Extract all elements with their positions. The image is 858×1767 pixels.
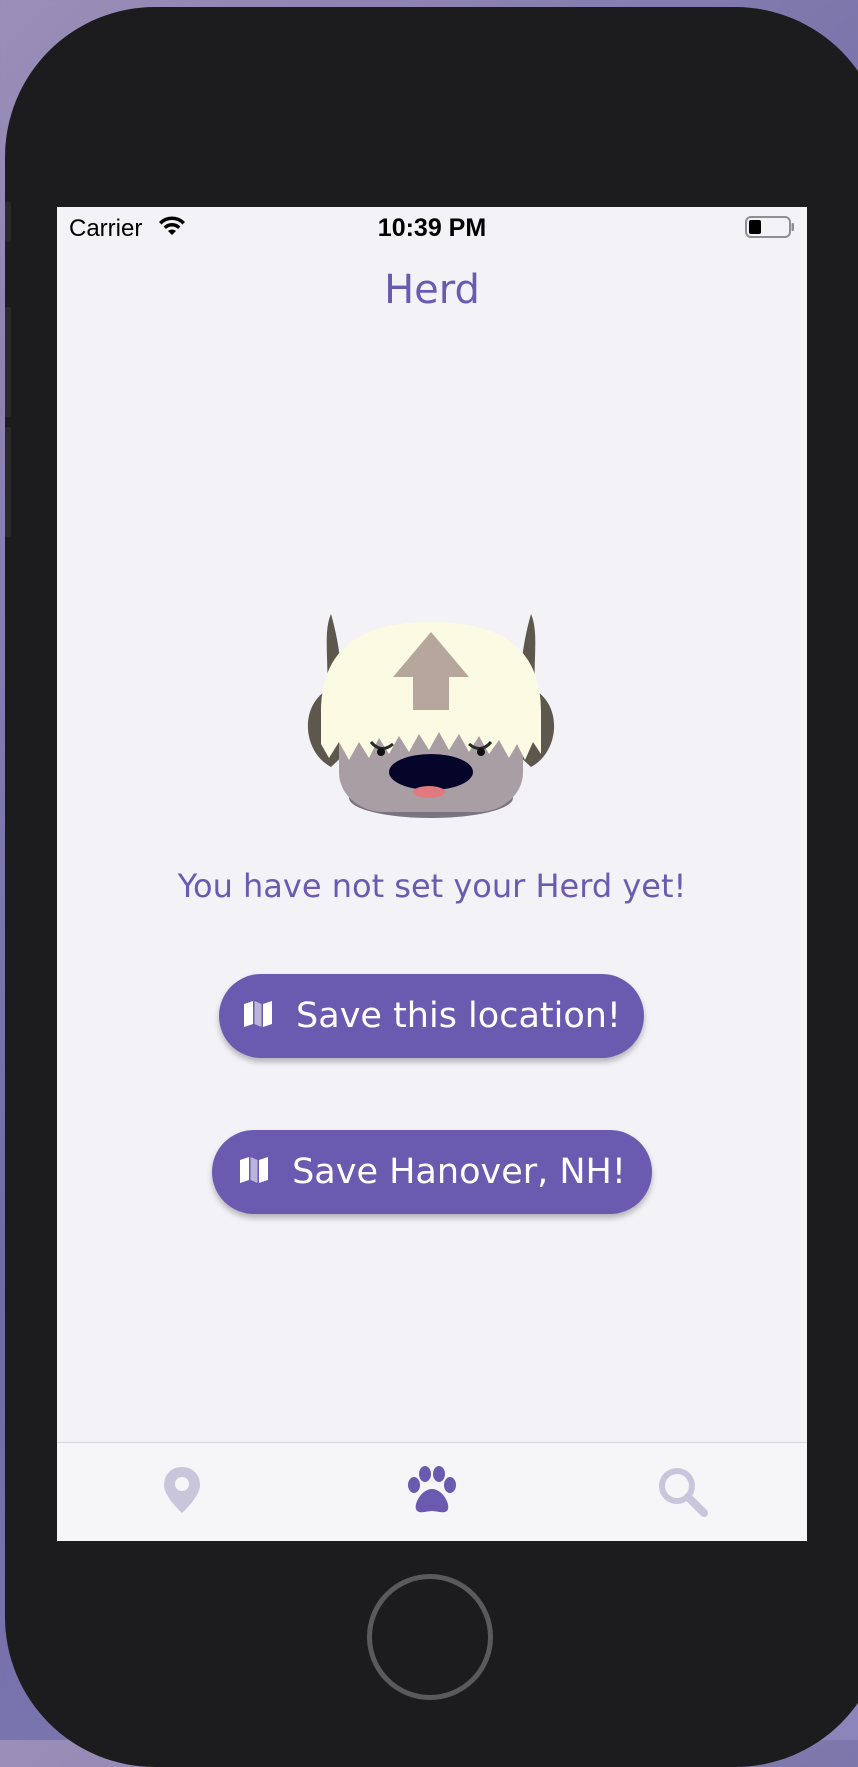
save-hanover-label: Save Hanover, NH! bbox=[292, 1152, 626, 1192]
search-icon bbox=[656, 1465, 708, 1525]
map-icon bbox=[238, 1156, 270, 1188]
save-this-location-label: Save this location! bbox=[296, 996, 621, 1036]
battery-icon bbox=[745, 216, 795, 238]
volume-up-button bbox=[5, 307, 11, 417]
map-icon bbox=[242, 1000, 274, 1032]
page-title: Herd bbox=[384, 267, 480, 313]
location-pin-icon bbox=[162, 1465, 202, 1525]
paw-icon bbox=[404, 1465, 460, 1525]
status-time: 10:39 PM bbox=[377, 214, 487, 242]
tab-bar bbox=[57, 1442, 807, 1541]
mute-switch bbox=[5, 202, 11, 242]
tab-herd[interactable] bbox=[392, 1465, 472, 1525]
sad-bison-mascot-image bbox=[299, 602, 563, 822]
tab-locations[interactable] bbox=[142, 1465, 222, 1525]
app-screen: Carrier 10:39 PM Herd You have not set y… bbox=[57, 207, 807, 1541]
volume-down-button bbox=[5, 427, 11, 537]
tab-search[interactable] bbox=[642, 1465, 722, 1525]
save-hanover-button[interactable]: Save Hanover, NH! bbox=[212, 1130, 652, 1214]
empty-herd-message: You have not set your Herd yet! bbox=[177, 867, 687, 905]
home-button[interactable] bbox=[367, 1574, 493, 1700]
status-bar: Carrier 10:39 PM bbox=[57, 207, 807, 247]
save-this-location-button[interactable]: Save this location! bbox=[219, 974, 644, 1058]
